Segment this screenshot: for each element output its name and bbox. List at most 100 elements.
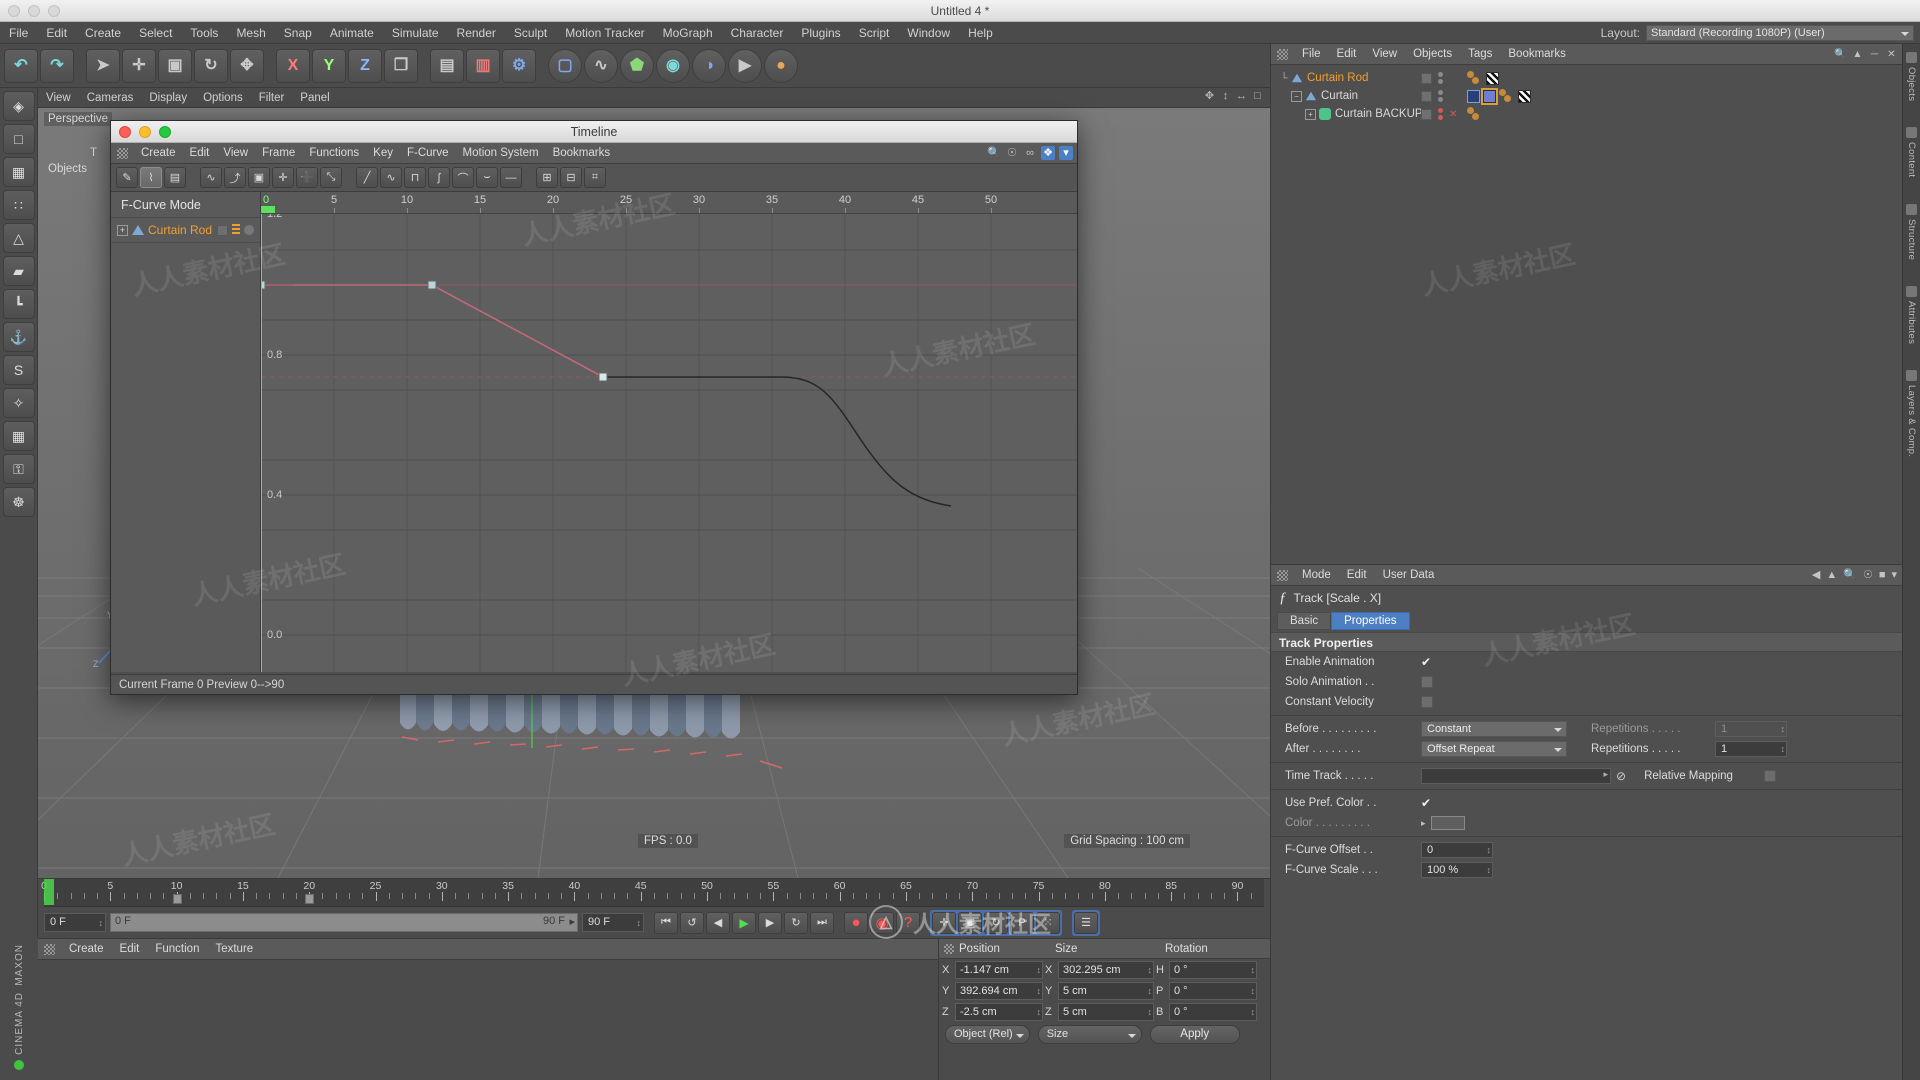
model-mode-tool[interactable]: □ bbox=[2, 124, 35, 154]
menu-item-script[interactable]: Script bbox=[850, 22, 899, 44]
material-menu-create[interactable]: Create bbox=[61, 939, 112, 960]
scale-view-icon[interactable]: ↕ bbox=[1219, 90, 1232, 103]
tl-tangent-soft-button[interactable]: ∫ bbox=[428, 167, 450, 188]
track-enable-box[interactable] bbox=[217, 224, 228, 236]
fcurve-offset-field[interactable]: 0 bbox=[1421, 842, 1493, 858]
previous-frame-button[interactable]: ◀ bbox=[706, 911, 730, 934]
tl-add-key-button[interactable]: ➕ bbox=[296, 167, 318, 188]
size-x-field[interactable]: 302.295 cm bbox=[1058, 960, 1154, 979]
tl-fcurve-mode-button[interactable]: ⌇ bbox=[140, 167, 162, 188]
preview-range-arrow-icon[interactable]: ▸ bbox=[569, 915, 575, 928]
os-close-button[interactable] bbox=[8, 5, 20, 17]
tl-link-keys-button[interactable]: ∿ bbox=[200, 167, 222, 188]
move-view-icon[interactable]: ✥ bbox=[1203, 90, 1216, 103]
next-frame-button[interactable]: ▶ bbox=[758, 911, 782, 934]
menu-item-motion-tracker[interactable]: Motion Tracker bbox=[556, 22, 653, 44]
tl-box-select-button[interactable]: ▣ bbox=[248, 167, 270, 188]
viewport-corner-icons[interactable]: ✥ ↕ ↔ □ bbox=[1203, 90, 1264, 103]
color-expand-icon[interactable]: ▸ bbox=[1421, 818, 1426, 829]
menu-item-character[interactable]: Character bbox=[722, 22, 793, 44]
coordinate-size-select[interactable]: Size bbox=[1037, 1025, 1142, 1044]
material-menu-edit[interactable]: Edit bbox=[112, 939, 148, 960]
timeline-search-icon[interactable]: 🔍 bbox=[987, 146, 1001, 160]
tl-tangent-break-button[interactable]: ⌒ bbox=[452, 167, 474, 188]
time-track-clear-icon[interactable]: ⊘ bbox=[1616, 769, 1626, 783]
timeline-panel-grip[interactable] bbox=[117, 147, 128, 159]
object-menu-view[interactable]: View bbox=[1364, 44, 1405, 65]
after-repetitions-field[interactable]: 1 bbox=[1715, 741, 1787, 757]
rotation-h-field[interactable]: 0 ° bbox=[1169, 960, 1257, 979]
timeline-menu-frame[interactable]: Frame bbox=[255, 143, 302, 164]
keyframe-track-icon[interactable] bbox=[1499, 89, 1515, 103]
object-row-curtain[interactable]: − Curtain bbox=[1271, 87, 1902, 105]
attribute-menu-mode[interactable]: Mode bbox=[1294, 565, 1339, 586]
points-mode-tool[interactable]: ∷ bbox=[2, 190, 35, 220]
timeline-window-controls[interactable] bbox=[119, 126, 171, 138]
attr-pin-icon[interactable]: ☉ bbox=[1863, 568, 1873, 581]
display-tag-icon[interactable] bbox=[1467, 89, 1480, 103]
record-scale-button[interactable]: ▣ bbox=[958, 911, 982, 934]
rotation-p-field[interactable]: 0 ° bbox=[1169, 981, 1257, 1000]
timeline-menu-icons[interactable]: 🔍 ☉ ∞ ❖ ▾ bbox=[987, 146, 1073, 160]
tl-move-keys-button[interactable]: ✛ bbox=[272, 167, 294, 188]
lock-z-axis[interactable]: Z bbox=[348, 48, 382, 83]
os-minimize-button[interactable] bbox=[28, 5, 40, 17]
constant-velocity-checkbox[interactable] bbox=[1421, 696, 1433, 708]
current-frame-field[interactable]: 0 F bbox=[44, 913, 106, 932]
object-menu-tags[interactable]: Tags bbox=[1460, 44, 1500, 65]
render-settings-button[interactable]: ⚙ bbox=[502, 48, 536, 83]
timeline-zoom-button[interactable] bbox=[159, 126, 171, 138]
attr-menu-icon[interactable]: ▾ bbox=[1891, 568, 1897, 581]
menu-item-select[interactable]: Select bbox=[130, 22, 181, 44]
position-y-field[interactable]: 392.694 cm bbox=[955, 981, 1043, 1000]
timeline-menu-view[interactable]: View bbox=[216, 143, 255, 164]
tl-zoom-fit-button[interactable]: ⊞ bbox=[536, 167, 558, 188]
material-menu-function[interactable]: Function bbox=[147, 939, 207, 960]
menu-item-simulate[interactable]: Simulate bbox=[383, 22, 448, 44]
lock-tool[interactable]: ⚿ bbox=[2, 454, 35, 484]
object-filter-icon[interactable]: ▲ bbox=[1851, 48, 1864, 61]
visibility-dot[interactable] bbox=[1438, 79, 1443, 84]
keyframe-selection-button[interactable]: ? bbox=[896, 911, 920, 934]
os-window-controls[interactable] bbox=[8, 5, 60, 17]
edge-tab-structure[interactable]: Structure bbox=[1906, 203, 1917, 260]
object-tags[interactable] bbox=[1467, 71, 1499, 85]
object-layer-box[interactable] bbox=[1421, 72, 1432, 84]
attr-search-icon[interactable]: 🔍 bbox=[1843, 568, 1857, 581]
menu-item-file[interactable]: File bbox=[0, 22, 37, 44]
edge-tab-attributes[interactable]: Attributes bbox=[1906, 285, 1917, 344]
position-x-field[interactable]: -1.147 cm bbox=[955, 960, 1043, 979]
axis-mode-tool[interactable]: ┗ bbox=[2, 289, 35, 319]
texture-tag-icon[interactable] bbox=[1518, 89, 1531, 103]
object-collapse-icon[interactable]: ─ bbox=[1868, 48, 1881, 61]
object-row-curtain-rod[interactable]: └ Curtain Rod bbox=[1271, 69, 1902, 87]
menu-item-plugins[interactable]: Plugins bbox=[792, 22, 849, 44]
os-zoom-button[interactable] bbox=[48, 5, 60, 17]
tl-tangent-linear-button[interactable]: ╱ bbox=[356, 167, 378, 188]
tl-tangent-clamp-button[interactable]: ⌣ bbox=[476, 167, 498, 188]
coordinates-panel-grip[interactable] bbox=[944, 943, 954, 954]
timeline-menu-f-curve[interactable]: F-Curve bbox=[400, 143, 456, 164]
object-visibility-toggles[interactable] bbox=[1421, 90, 1443, 102]
timeline-playhead-handle[interactable] bbox=[261, 206, 275, 213]
object-tags[interactable] bbox=[1467, 107, 1483, 121]
attr-lock-icon[interactable]: ■ bbox=[1879, 569, 1886, 581]
tl-frame-all-button[interactable]: ⊟ bbox=[560, 167, 582, 188]
undo-button[interactable]: ↶ bbox=[4, 48, 38, 83]
make-editable-tool[interactable]: ◈ bbox=[2, 91, 35, 121]
object-tags[interactable] bbox=[1467, 87, 1531, 105]
menu-item-snap[interactable]: Snap bbox=[275, 22, 321, 44]
record-active-objects-button[interactable]: ● bbox=[844, 911, 868, 934]
color-swatch[interactable] bbox=[1430, 816, 1465, 830]
attribute-nav-icons[interactable]: ◀ ▲ 🔍 ☉ ■ ▾ bbox=[1812, 568, 1897, 582]
menu-item-window[interactable]: Window bbox=[898, 22, 959, 44]
go-to-end-button[interactable]: ⏭ bbox=[810, 911, 834, 934]
expander-icon[interactable]: + bbox=[1305, 108, 1316, 120]
render-region-button[interactable]: ▥ bbox=[466, 48, 500, 83]
object-manager-icons[interactable]: 🔍 ▲ ─ ✕ bbox=[1834, 48, 1898, 61]
visibility-dot[interactable] bbox=[1438, 97, 1443, 102]
object-layer-box[interactable] bbox=[1421, 108, 1432, 120]
timeline-expand-icon[interactable]: ▾ bbox=[1059, 146, 1073, 160]
timeline-menu-functions[interactable]: Functions bbox=[302, 143, 366, 164]
fcurve-scale-field[interactable]: 100 % bbox=[1421, 862, 1493, 878]
